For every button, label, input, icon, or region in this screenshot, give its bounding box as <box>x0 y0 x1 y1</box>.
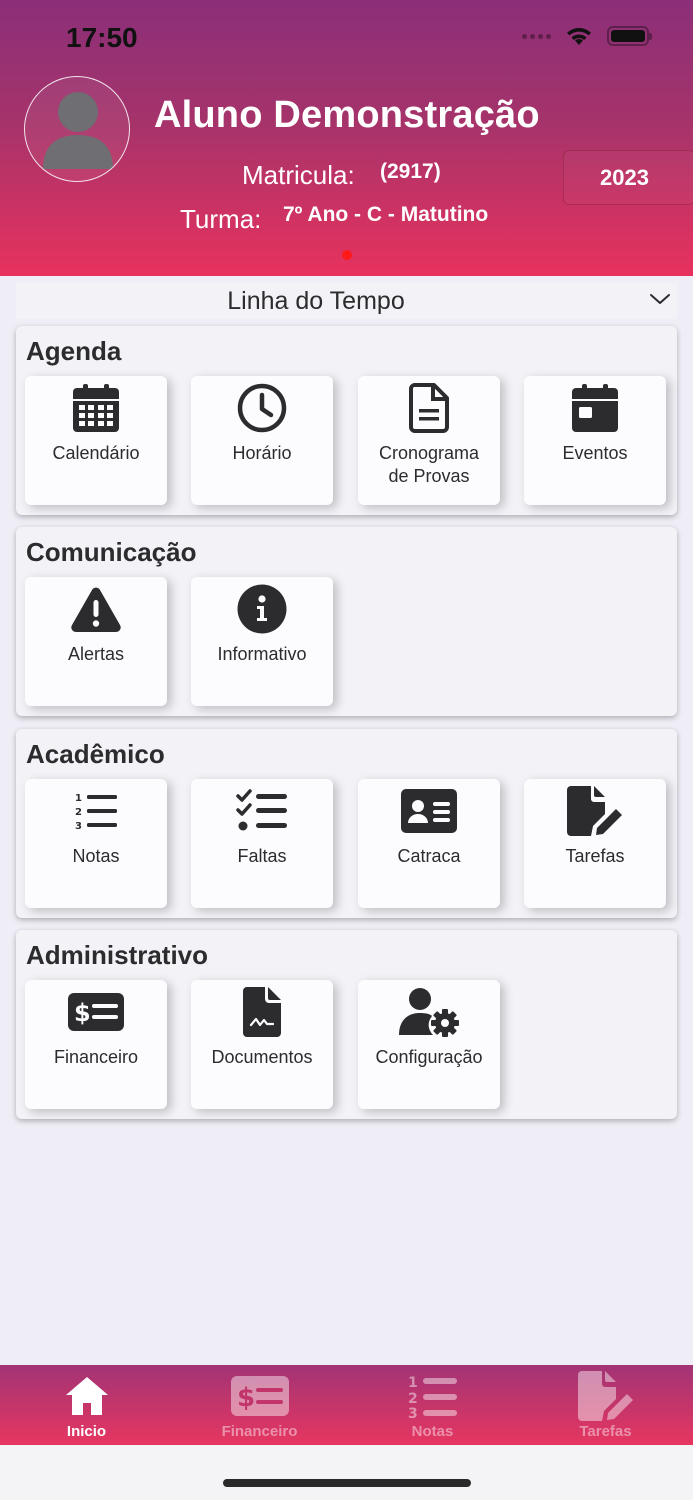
turma-value: 7º Ano - C - Matutino <box>283 203 489 226</box>
id-card-icon <box>401 789 457 833</box>
tab-financeiro[interactable]: $ Financeiro <box>173 1365 346 1445</box>
document-icon <box>409 383 449 433</box>
warning-icon <box>71 587 121 632</box>
user-gear-icon <box>399 988 459 1037</box>
tile-label: Eventos <box>562 443 628 463</box>
wifi-icon <box>567 28 591 45</box>
tile-label: Financeiro <box>53 1047 139 1067</box>
tile-label: Tarefas <box>565 846 625 866</box>
calendar-event-icon <box>572 384 618 432</box>
tab-label: Financeiro <box>221 1423 298 1440</box>
calendar-tile[interactable]: Calendário <box>25 376 167 505</box>
status-time: 17:50 <box>66 22 138 53</box>
student-name: Aluno Demonstração <box>154 94 540 136</box>
documents-tile[interactable]: Documentos <box>191 980 333 1109</box>
year-selector-button[interactable]: 2023 <box>563 150 693 205</box>
svg-text:1: 1 <box>75 793 82 804</box>
section-title: Comunicação <box>26 537 197 567</box>
info-icon <box>237 584 287 634</box>
tile-label: Documentos <box>211 1047 313 1067</box>
svg-text:2: 2 <box>408 1391 418 1407</box>
calendar-grid-icon <box>73 384 119 432</box>
svg-text:3: 3 <box>408 1406 418 1418</box>
turnstile-tile[interactable]: Catraca <box>358 779 500 908</box>
clock-icon <box>237 383 287 433</box>
matricula-label: Matricula: <box>242 160 355 190</box>
svg-text:3: 3 <box>75 821 82 831</box>
matricula-value: (2917) <box>380 160 441 183</box>
profile-header: 17:50 Aluno Demonstração Matricula: (291… <box>0 0 693 276</box>
tab-tarefas[interactable]: Tarefas <box>519 1365 692 1445</box>
alerts-tile[interactable]: Alertas <box>25 577 167 706</box>
newsletter-tile[interactable]: Informativo <box>191 577 333 706</box>
money-bill-icon: $ <box>68 993 124 1031</box>
section-title: Agenda <box>26 336 122 366</box>
numbered-list-icon: 1 2 3 <box>75 793 117 831</box>
tab-inicio[interactable]: Inicio <box>0 1365 173 1445</box>
battery-icon <box>607 26 652 46</box>
svg-text:$: $ <box>237 1383 255 1413</box>
bottom-tab-bar: Inicio $ Financeiro 123 Notas Tarefas <box>0 1365 693 1445</box>
section-title: Administrativo <box>26 940 209 970</box>
tile-label: Horário <box>232 443 292 463</box>
absences-tile[interactable]: Faltas <box>191 779 333 908</box>
section-title: Acadêmico <box>26 739 165 769</box>
settings-tile[interactable]: Configuração <box>358 980 500 1109</box>
file-edit-icon <box>567 786 622 836</box>
money-bill-icon: $ <box>230 1376 289 1416</box>
tile-label: Alertas <box>67 644 125 664</box>
status-icons <box>522 26 652 46</box>
tab-label: Notas <box>411 1423 454 1440</box>
tile-label: Notas <box>72 846 120 866</box>
page-indicator-dot[interactable] <box>342 250 352 260</box>
file-signature-icon <box>243 987 281 1037</box>
avatar[interactable] <box>24 76 130 182</box>
file-edit-icon <box>577 1371 633 1421</box>
tile-label: Cronograma de Provas <box>378 443 480 486</box>
timeline-label: Linha do Tempo <box>227 287 405 315</box>
chevron-down-icon <box>650 294 670 304</box>
tile-label: Informativo <box>217 644 307 664</box>
finance-tile[interactable]: $ Financeiro <box>25 980 167 1109</box>
tile-label: Faltas <box>237 846 287 866</box>
events-tile[interactable]: Eventos <box>524 376 666 505</box>
turma-label: Turma: <box>180 204 262 234</box>
tile-label: Catraca <box>397 846 461 866</box>
tasks-tile[interactable]: Tarefas <box>524 779 666 908</box>
tile-label: Configuração <box>375 1047 483 1067</box>
section-agenda: Agenda Calendário Horário Cronograma de … <box>16 326 677 515</box>
tab-label: Inicio <box>66 1423 107 1440</box>
tab-notas[interactable]: 123 Notas <box>346 1365 519 1445</box>
section-administrativo: Administrativo $ Financeiro Documentos C… <box>16 930 677 1119</box>
home-indicator-area <box>0 1445 693 1500</box>
home-indicator[interactable] <box>223 1479 471 1487</box>
home-icon <box>65 1377 108 1415</box>
user-placeholder-icon <box>43 92 113 169</box>
section-comunicacao: Comunicação Alertas Informativo <box>16 527 677 716</box>
grades-tile[interactable]: 1 2 3 Notas <box>25 779 167 908</box>
cellular-signal-icon <box>522 33 551 39</box>
svg-text:$: $ <box>74 999 91 1027</box>
schedule-tile[interactable]: Horário <box>191 376 333 505</box>
timeline-selector[interactable]: Linha do Tempo <box>16 283 677 319</box>
svg-text:1: 1 <box>408 1375 418 1391</box>
numbered-list-icon: 123 <box>408 1375 457 1418</box>
tab-label: Tarefas <box>579 1423 632 1440</box>
exam-schedule-tile[interactable]: Cronograma de Provas <box>358 376 500 505</box>
section-academico: Acadêmico 123 Notas Faltas Catraca Taref… <box>16 729 677 918</box>
svg-text:2: 2 <box>75 807 82 818</box>
checklist-icon <box>236 789 287 831</box>
tile-label: Calendário <box>52 443 140 463</box>
